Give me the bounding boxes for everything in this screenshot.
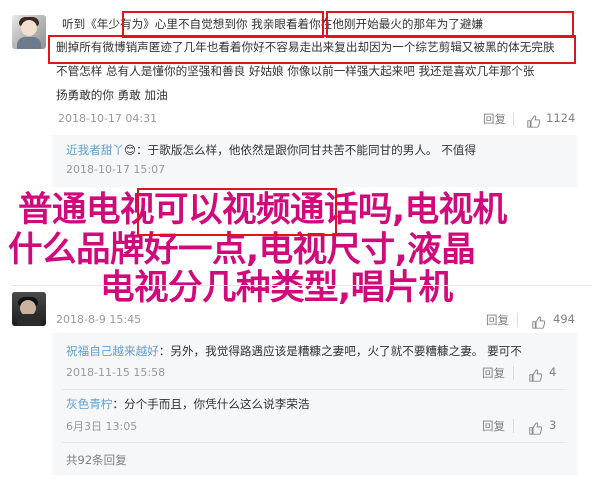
divider [513, 366, 514, 380]
reply-username[interactable]: 祝福自己越来越好 [66, 344, 159, 358]
timestamp: 6月3日 13:05 [66, 420, 138, 433]
like-count: 1124 [546, 111, 576, 125]
overlay-title-line: 什么品牌好一点,电视尺寸,液晶 [8, 230, 476, 270]
reply-item: 祝福自己越来越好：另外，我觉得路遇应该是糟糠之妻吧，火了就不要糟糠之妻。 要可不 [66, 341, 522, 361]
reply-item: 近我者甜丫😊：于歌版怎么样，他依然是跟你同甘共苦不能同甘的男人。 不值得 [66, 140, 476, 160]
thumbs-up-icon[interactable] [529, 365, 543, 384]
more-replies-link[interactable]: 共92条回复 [66, 452, 127, 468]
avatar[interactable] [12, 15, 46, 49]
thumbs-up-icon[interactable] [532, 312, 546, 331]
reply-button[interactable]: 回复 [483, 111, 506, 127]
like-count: 4 [549, 365, 557, 379]
highlight-box-title [137, 188, 337, 236]
reply-username[interactable]: 近我者甜丫 [66, 143, 124, 157]
reply-item: 灰色青柠：分个手而且，你凭什么这么说李荣浩 [66, 394, 310, 414]
reply-button[interactable]: 回复 [482, 418, 505, 434]
highlight-box-story [326, 11, 574, 38]
reply-button[interactable]: 回复 [486, 312, 509, 328]
avatar[interactable] [12, 292, 46, 326]
divider [513, 112, 514, 126]
thumbs-up-icon[interactable] [527, 111, 541, 130]
highlight-box-song [122, 11, 324, 38]
reply-username[interactable]: 灰色青柠 [66, 397, 112, 411]
divider [12, 285, 592, 286]
timestamp: 2018-11-15 15:58 [66, 366, 166, 379]
divider [62, 389, 567, 390]
reply-button[interactable]: 回复 [482, 365, 505, 381]
timestamp: 2018-10-17 04:31 [58, 112, 158, 125]
highlight-box-story-cont [48, 35, 576, 64]
timestamp: 2018-8-9 15:45 [56, 313, 142, 326]
smile-emoji-icon: 😊 [123, 143, 137, 157]
reply-text: ：分个手而且，你凭什么这么说李荣浩 [112, 397, 310, 411]
like-count: 3 [549, 418, 557, 432]
reply-text: ：于歌版怎么样，他依然是跟你同甘共苦不能同甘的男人。 不值得 [136, 143, 476, 157]
divider [517, 313, 518, 327]
overlay-title-line: 电视分几种类型,唱片机 [100, 268, 453, 308]
like-count: 494 [553, 312, 575, 326]
comment-text-line: 扬勇敢的你 勇敢 加油 [56, 88, 168, 102]
timestamp: 2018-10-17 15:07 [66, 163, 166, 176]
thumbs-up-icon[interactable] [529, 418, 543, 437]
divider [62, 442, 567, 443]
comment-text-line: 不管怎样 总有人是懂你的坚强和善良 好姑娘 你像以前一样强大起来吧 我还是喜欢几… [56, 64, 535, 78]
reply-text: ：另外，我觉得路遇应该是糟糠之妻吧，火了就不要糟糠之妻。 要可不 [158, 344, 522, 358]
divider [513, 419, 514, 433]
